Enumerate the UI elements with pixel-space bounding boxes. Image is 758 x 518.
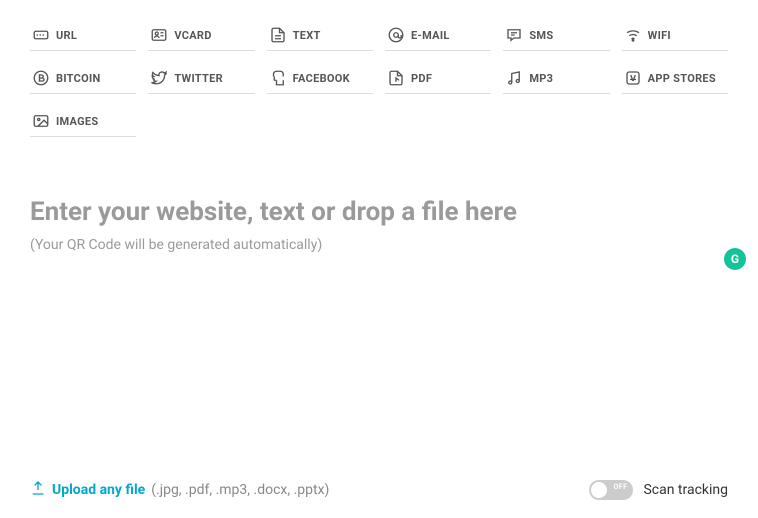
upload-button[interactable]: Upload any file (.jpg, .pdf, .mp3, .docx… — [30, 480, 329, 500]
tab-label: SMS — [529, 29, 553, 42]
images-icon — [32, 112, 50, 130]
tab-wifi[interactable]: WIFI — [622, 20, 728, 51]
tab-text[interactable]: TEXT — [267, 20, 373, 51]
tab-label: MP3 — [529, 72, 553, 85]
upload-hint: (.jpg, .pdf, .mp3, .docx, .pptx) — [151, 482, 329, 498]
tab-label: FACEBOOK — [293, 72, 350, 85]
text-icon — [269, 26, 287, 44]
tab-label: TEXT — [293, 29, 321, 42]
input-placeholder-title: Enter your website, text or drop a file … — [30, 197, 728, 227]
appstores-icon — [624, 69, 642, 87]
tab-twitter[interactable]: TWITTER — [148, 63, 254, 94]
tab-label: IMAGES — [56, 115, 99, 128]
grammarly-badge[interactable]: G — [724, 248, 746, 270]
tab-label: E-MAIL — [411, 29, 450, 42]
scan-tracking-toggle[interactable]: OFF — [589, 480, 633, 500]
facebook-icon — [269, 69, 287, 87]
email-icon — [387, 26, 405, 44]
tab-label: PDF — [411, 72, 432, 85]
scan-tracking-control: OFF Scan tracking — [589, 480, 728, 500]
tab-label: BITCOIN — [56, 72, 101, 85]
tab-email[interactable]: E-MAIL — [385, 20, 491, 51]
wifi-icon — [624, 26, 642, 44]
tab-pdf[interactable]: PDF — [385, 63, 491, 94]
tab-bitcoin[interactable]: BITCOIN — [30, 63, 136, 94]
upload-label: Upload any file — [52, 482, 145, 498]
upload-icon — [30, 480, 46, 500]
tab-label: WIFI — [648, 29, 671, 42]
toggle-state-label: OFF — [613, 483, 627, 491]
tab-label: TWITTER — [174, 72, 223, 85]
tab-appstores[interactable]: APP STORES — [622, 63, 728, 94]
tab-label: URL — [56, 29, 77, 42]
twitter-icon — [150, 69, 168, 87]
tab-vcard[interactable]: VCARD — [148, 20, 254, 51]
tab-url[interactable]: URL — [30, 20, 136, 51]
tab-images[interactable]: IMAGES — [30, 106, 136, 137]
tab-facebook[interactable]: FACEBOOK — [267, 63, 373, 94]
bitcoin-icon — [32, 69, 50, 87]
type-tabs: URL VCARD TEXT E-MAIL SMS WIFI BITCOIN T… — [30, 20, 728, 137]
main-input-area[interactable]: Enter your website, text or drop a file … — [30, 197, 728, 253]
bottom-bar: Upload any file (.jpg, .pdf, .mp3, .docx… — [30, 480, 728, 500]
vcard-icon — [150, 26, 168, 44]
tab-label: APP STORES — [648, 72, 716, 85]
url-icon — [32, 26, 50, 44]
scan-tracking-label: Scan tracking — [643, 482, 728, 498]
tab-label: VCARD — [174, 29, 211, 42]
sms-icon — [505, 26, 523, 44]
mp3-icon — [505, 69, 523, 87]
input-placeholder-sub: (Your QR Code will be generated automati… — [30, 237, 728, 253]
pdf-icon — [387, 69, 405, 87]
tab-sms[interactable]: SMS — [503, 20, 609, 51]
tab-mp3[interactable]: MP3 — [503, 63, 609, 94]
